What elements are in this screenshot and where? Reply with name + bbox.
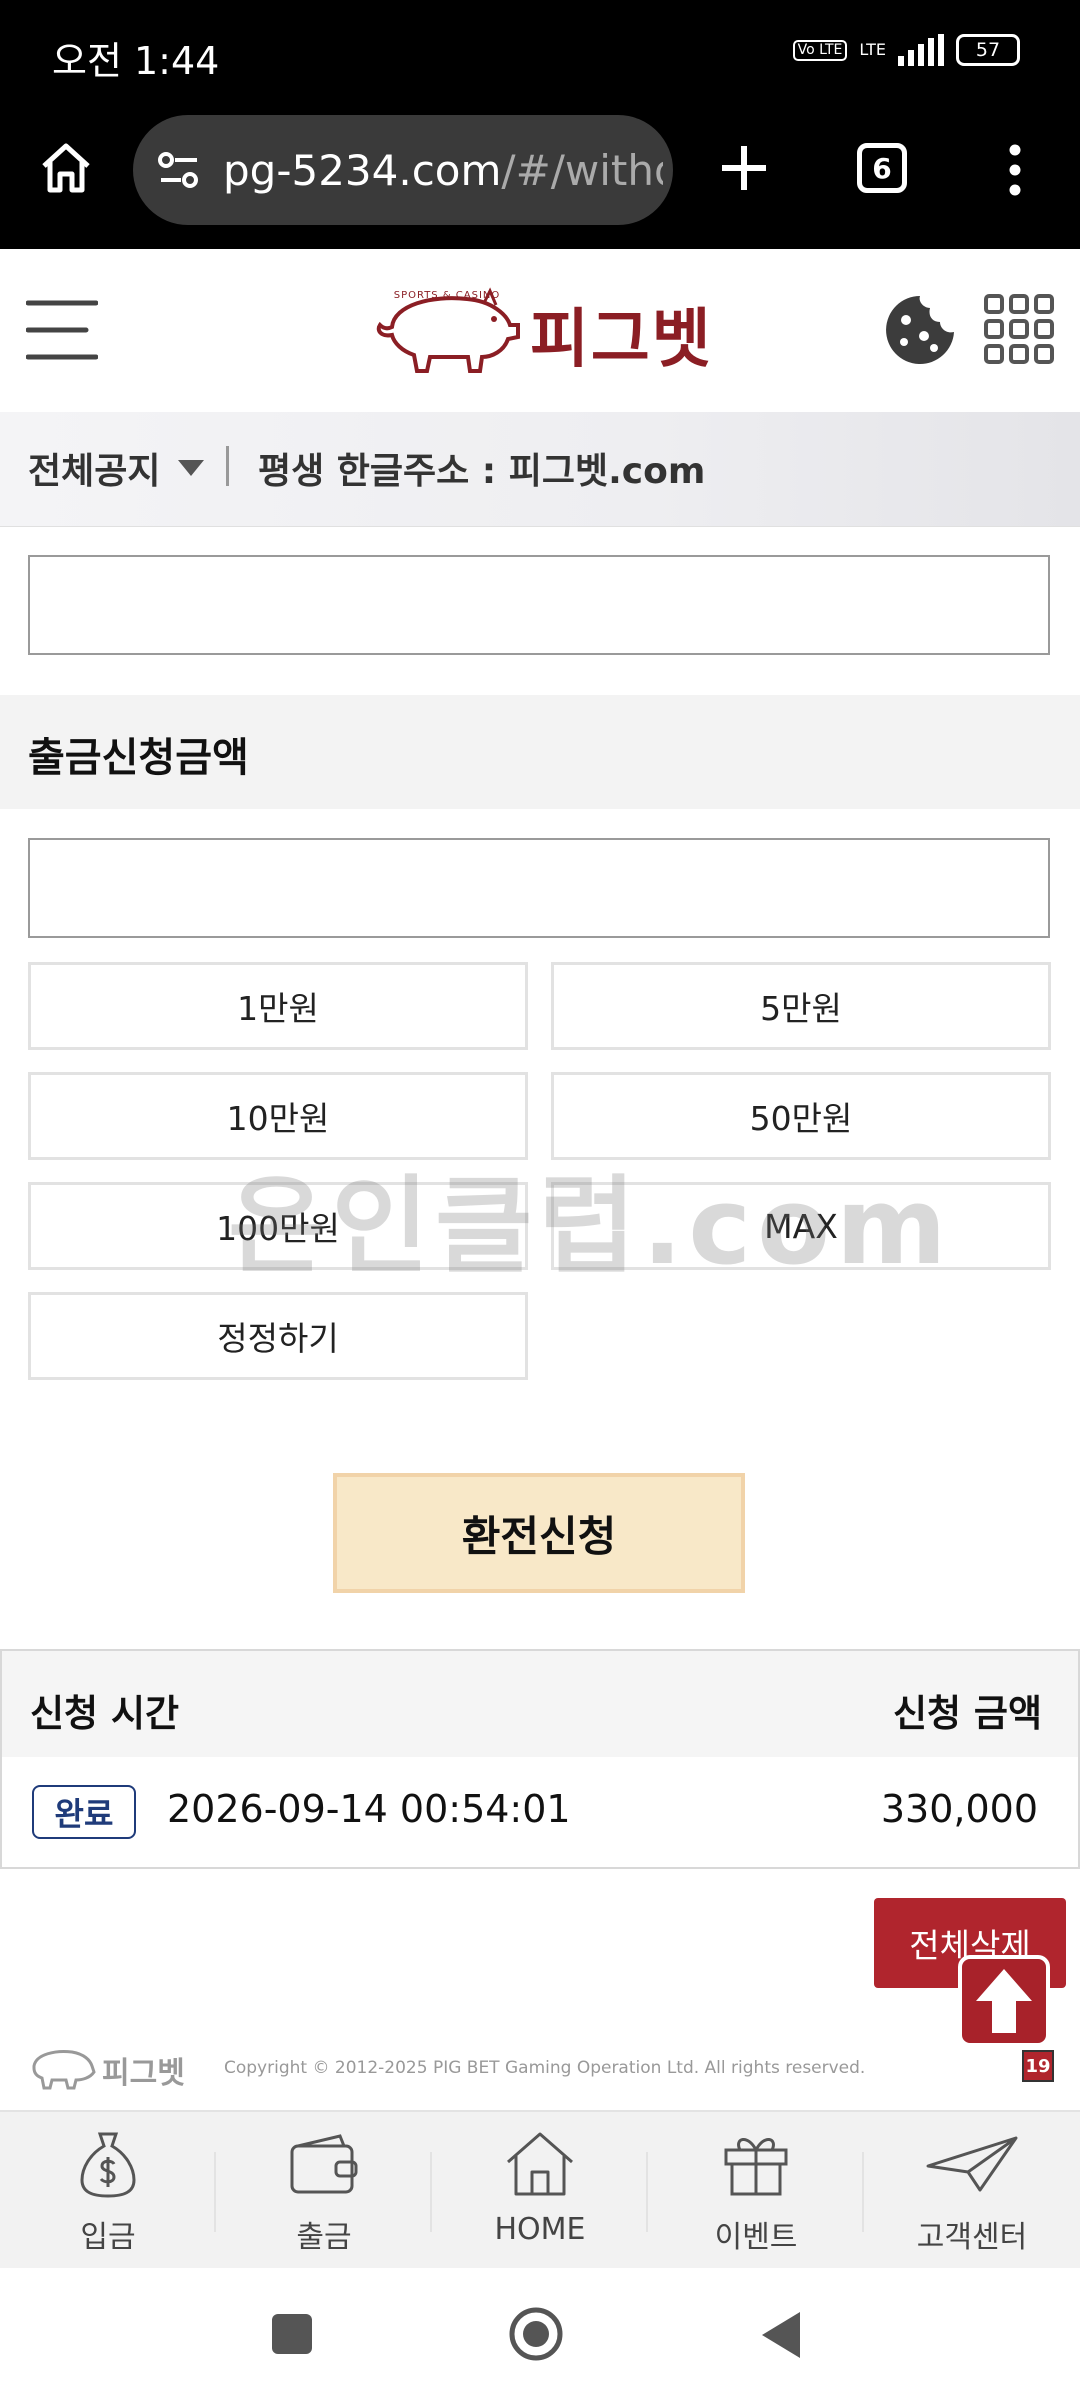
caret-down-icon[interactable]: [176, 458, 206, 478]
tab-support[interactable]: 고객센터: [864, 2112, 1080, 2270]
more-menu-icon[interactable]: [1000, 140, 1030, 200]
new-tab-icon[interactable]: [718, 142, 770, 194]
back-icon[interactable]: [760, 2310, 804, 2360]
house-icon: [507, 2132, 573, 2196]
site-settings-icon[interactable]: [157, 150, 201, 190]
table-row: 완료 2026-09-14 00:54:01 330,000: [0, 1757, 1080, 1869]
watermark: 온인클럽.com: [228, 1165, 953, 1288]
url-text: pg-5234.com/#/withd: [223, 145, 663, 195]
volte-icon: Vo LTE: [792, 39, 848, 61]
url-bar[interactable]: pg-5234.com/#/withd: [133, 115, 673, 225]
tab-support-label: 고객센터: [916, 2220, 1028, 2255]
site-logo[interactable]: 피그벳: [530, 288, 713, 380]
wallet-icon: [290, 2134, 358, 2194]
amount-input[interactable]: [28, 838, 1050, 938]
history-table-header: 신청 시간 신청 금액: [0, 1649, 1080, 1759]
system-nav-bar: [0, 2268, 1080, 2400]
logo-tagline: SPORTS & CASINO: [393, 290, 501, 301]
status-time: 오전 1:44: [52, 39, 220, 83]
gift-icon: [724, 2138, 788, 2196]
money-bag-icon: [80, 2132, 136, 2198]
footer-logo: 피그벳: [102, 2056, 185, 2091]
tab-withdraw-label: 출금: [296, 2220, 352, 2255]
amount-button-10000[interactable]: 1만원: [28, 962, 528, 1050]
col-amount-header: 신청 금액: [892, 1692, 1042, 1735]
reset-button[interactable]: 정정하기: [28, 1292, 528, 1380]
hamburger-menu-icon[interactable]: [25, 297, 99, 363]
row-amount: 330,000: [880, 1787, 1038, 1831]
copyright-text: Copyright © 2012-2025 PIG BET Gaming Ope…: [224, 2058, 866, 2078]
footer-pig-icon: [26, 2046, 96, 2090]
withdraw-submit-button[interactable]: 환전신청: [333, 1473, 745, 1593]
tab-home[interactable]: HOME: [432, 2112, 648, 2270]
home-nav-icon[interactable]: [508, 2306, 564, 2362]
home-icon[interactable]: [38, 140, 94, 196]
notice-category[interactable]: 전체공지: [28, 442, 160, 494]
grid-menu-icon[interactable]: [984, 294, 1054, 364]
row-time: 2026-09-14 00:54:01: [167, 1787, 571, 1831]
tab-event-label: 이벤트: [714, 2220, 798, 2255]
info-field[interactable]: [28, 555, 1050, 655]
cookie-icon[interactable]: [884, 294, 956, 366]
bottom-tab-bar: 입금 출금 HOME 이벤트 고객센터: [0, 2110, 1080, 2270]
tab-switcher-button[interactable]: 6: [857, 143, 907, 193]
amount-button-50000[interactable]: 5만원: [551, 962, 1051, 1050]
recents-icon[interactable]: [272, 2314, 312, 2354]
paper-plane-icon: [926, 2136, 1018, 2192]
status-bar: 오전 1:44 Vo LTE LTE 57: [0, 0, 1080, 115]
signal-icon: [898, 34, 944, 66]
tab-deposit-label: 입금: [80, 2220, 136, 2255]
tab-home-label: HOME: [494, 2212, 586, 2247]
age-restriction-icon: 19: [1022, 2050, 1054, 2082]
tab-event[interactable]: 이벤트: [648, 2112, 864, 2270]
status-badge: 완료: [32, 1785, 136, 1839]
col-time-header: 신청 시간: [30, 1692, 180, 1735]
amount-section-header: 출금신청금액: [0, 695, 1080, 809]
site-footer: 피그벳 Copyright © 2012-2025 PIG BET Gaming…: [0, 2030, 1080, 2108]
tab-deposit[interactable]: 입금: [0, 2112, 216, 2270]
battery-icon: 57: [956, 34, 1020, 66]
lte-label: LTE: [859, 40, 886, 59]
divider: [226, 446, 229, 486]
tab-withdraw[interactable]: 출금: [216, 2112, 432, 2270]
status-icons: Vo LTE LTE 57: [792, 34, 1020, 66]
section-title: 출금신청금액: [28, 735, 249, 781]
notice-bar: 전체공지 평생 한글주소 : 피그벳.com: [0, 412, 1080, 527]
notice-message: 평생 한글주소 : 피그벳.com: [258, 451, 706, 492]
